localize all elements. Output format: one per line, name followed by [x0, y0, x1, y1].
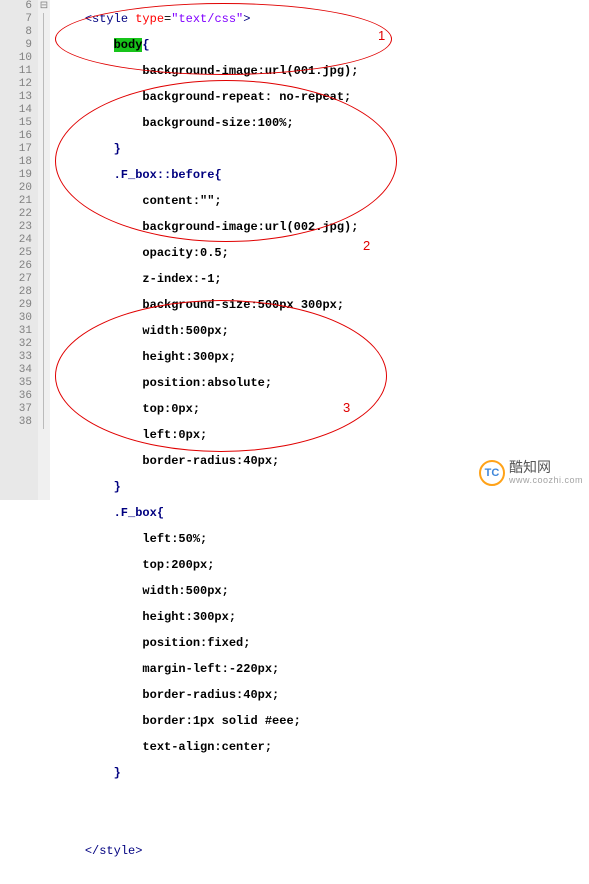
fold-toggle-icon[interactable]: [38, 0, 50, 13]
annotation-label-2: 2: [363, 238, 370, 253]
annotation-label-1: 1: [378, 28, 385, 43]
watermark-logo: TC 酷知网 www.coozhi.com: [479, 460, 583, 486]
fold-gutter: [38, 0, 50, 500]
logo-url: www.coozhi.com: [509, 476, 583, 486]
logo-name: 酷知网: [509, 460, 583, 475]
logo-icon: TC: [479, 460, 505, 486]
annotation-label-3: 3: [343, 400, 350, 415]
line-number-gutter: 6789101112131415161718192021222324252627…: [0, 0, 38, 500]
code-editor: 6789101112131415161718192021222324252627…: [0, 0, 589, 500]
code-content[interactable]: <style type="text/css"> body{ background…: [50, 0, 589, 500]
